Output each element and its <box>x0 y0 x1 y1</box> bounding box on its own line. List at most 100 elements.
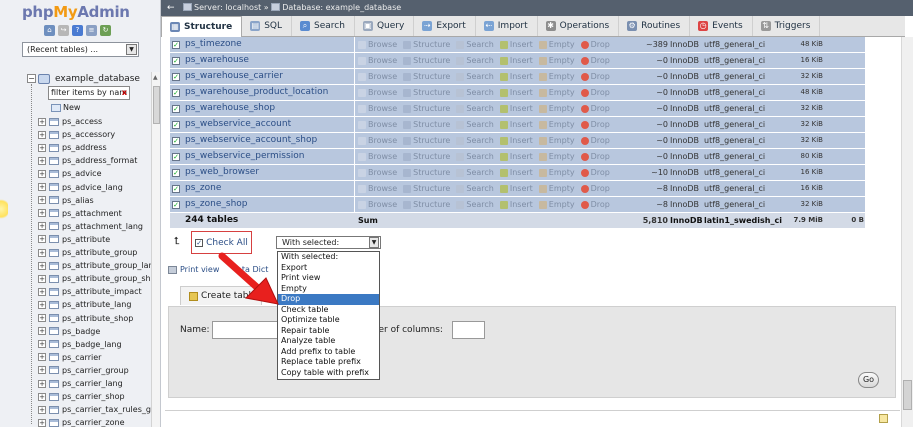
tree-table-item[interactable]: + ps_accessory <box>38 128 115 141</box>
table-name-link[interactable]: ps_warehouse_carrier <box>185 69 283 84</box>
main-scroll-thumb[interactable] <box>903 380 912 410</box>
action-search[interactable]: Search <box>456 69 494 84</box>
action-browse[interactable]: Browse <box>358 181 397 196</box>
tree-table-item[interactable]: + ps_carrier_lang <box>38 377 123 390</box>
tree-table-item[interactable]: + ps_carrier_tax_rules_g <box>38 403 151 416</box>
row-checkbox[interactable]: ✓ <box>172 137 180 145</box>
tree-table-item[interactable]: + ps_access <box>38 115 102 128</box>
action-drop[interactable]: Drop <box>580 181 610 196</box>
dropdown-option[interactable]: Analyze table <box>278 336 379 347</box>
breadcrumb-database[interactable]: Database: example_database <box>282 3 401 12</box>
tab-query[interactable]: ▣ Query <box>355 16 415 36</box>
tree-table-item[interactable]: + ps_attribute_shop <box>38 312 133 325</box>
dropdown-option[interactable]: Repair table <box>278 326 379 337</box>
tree-table-item[interactable]: + ps_carrier_zone <box>38 416 125 427</box>
tab-triggers[interactable]: ⇅ Triggers <box>753 16 821 36</box>
action-search[interactable]: Search <box>456 133 494 148</box>
tree-table-item[interactable]: + ps_attachment <box>38 207 122 220</box>
print-view-link[interactable]: Print view <box>168 265 219 274</box>
go-button[interactable]: Go <box>858 372 879 388</box>
action-structure[interactable]: Structure <box>403 117 450 132</box>
tree-table-item[interactable]: + ps_attribute_group_sho <box>38 272 156 285</box>
action-empty[interactable]: Empty <box>538 37 575 52</box>
expand-icon[interactable]: + <box>38 300 46 309</box>
table-name-link[interactable]: ps_webservice_account <box>185 117 291 132</box>
action-empty[interactable]: Empty <box>538 53 575 68</box>
tree-table-item[interactable]: + ps_advice_lang <box>38 181 123 194</box>
row-checkbox[interactable]: ✓ <box>172 121 180 129</box>
action-empty[interactable]: Empty <box>538 101 575 116</box>
action-structure[interactable]: Structure <box>403 133 450 148</box>
check-all-checkbox[interactable]: ✓ <box>195 238 204 247</box>
arrow-left-icon[interactable]: ← <box>167 0 175 16</box>
check-all-label[interactable]: Check All <box>206 238 248 248</box>
nav-scrollbar[interactable]: ▲ <box>151 72 160 427</box>
collapse-icon[interactable]: − <box>27 74 36 83</box>
action-drop[interactable]: Drop <box>580 85 610 100</box>
dropdown-option[interactable]: Optimize table <box>278 315 379 326</box>
action-search[interactable]: Search <box>456 149 494 164</box>
action-search[interactable]: Search <box>456 117 494 132</box>
main-scrollbar[interactable] <box>901 37 913 427</box>
action-structure[interactable]: Structure <box>403 181 450 196</box>
expand-icon[interactable]: + <box>38 117 46 126</box>
action-insert[interactable]: Insert <box>499 37 533 52</box>
action-browse[interactable]: Browse <box>358 101 397 116</box>
action-search[interactable]: Search <box>456 181 494 196</box>
action-insert[interactable]: Insert <box>499 149 533 164</box>
action-structure[interactable]: Structure <box>403 53 450 68</box>
row-checkbox[interactable]: ✓ <box>172 201 180 209</box>
action-browse[interactable]: Browse <box>358 53 397 68</box>
nav-scroll-thumb[interactable] <box>153 86 160 124</box>
tab-operations[interactable]: ✱ Operations <box>538 16 620 36</box>
tree-table-item[interactable]: + ps_attribute_impact <box>38 285 142 298</box>
action-drop[interactable]: Drop <box>580 149 610 164</box>
action-structure[interactable]: Structure <box>403 101 450 116</box>
row-checkbox[interactable]: ✓ <box>172 41 180 49</box>
table-name-link[interactable]: ps_warehouse_shop <box>185 101 275 116</box>
action-insert[interactable]: Insert <box>499 165 533 180</box>
action-drop[interactable]: Drop <box>580 117 610 132</box>
action-search[interactable]: Search <box>456 101 494 116</box>
expand-icon[interactable]: + <box>38 327 46 336</box>
expand-icon[interactable]: + <box>38 156 46 165</box>
expand-icon[interactable]: + <box>38 143 46 152</box>
action-search[interactable]: Search <box>456 165 494 180</box>
action-empty[interactable]: Empty <box>538 69 575 84</box>
tree-table-item[interactable]: + ps_address_format <box>38 154 137 167</box>
action-insert[interactable]: Insert <box>499 69 533 84</box>
tab-export[interactable]: ⇢ Export <box>414 16 476 36</box>
dropdown-option[interactable]: Replace table prefix <box>278 357 379 368</box>
action-structure[interactable]: Structure <box>403 149 450 164</box>
expand-icon[interactable]: + <box>38 248 46 257</box>
expand-icon[interactable]: + <box>38 209 46 218</box>
table-name-link[interactable]: ps_webservice_permission <box>185 149 304 164</box>
action-empty[interactable]: Empty <box>538 133 575 148</box>
action-browse[interactable]: Browse <box>358 197 397 212</box>
action-structure[interactable]: Structure <box>403 37 450 52</box>
table-name-link[interactable]: ps_zone <box>185 181 221 196</box>
dropdown-option[interactable]: Add prefix to table <box>278 347 379 358</box>
table-name-link[interactable]: ps_web_browser <box>185 165 259 180</box>
dropdown-option[interactable]: With selected: <box>278 252 379 263</box>
action-insert[interactable]: Insert <box>499 117 533 132</box>
tree-table-item[interactable]: + ps_attribute <box>38 233 110 246</box>
expand-icon[interactable]: + <box>38 287 46 296</box>
action-browse[interactable]: Browse <box>358 165 397 180</box>
expand-icon[interactable]: + <box>38 196 46 205</box>
row-checkbox[interactable]: ✓ <box>172 57 180 65</box>
scroll-up-icon[interactable]: ▲ <box>153 74 158 81</box>
action-insert[interactable]: Insert <box>499 101 533 116</box>
action-empty[interactable]: Empty <box>538 85 575 100</box>
action-browse[interactable]: Browse <box>358 69 397 84</box>
dropdown-option[interactable]: Print view <box>278 273 379 284</box>
expand-icon[interactable]: + <box>38 235 46 244</box>
expand-icon[interactable]: + <box>38 222 46 231</box>
tab-import[interactable]: ⇠ Import <box>476 16 538 36</box>
tree-table-item[interactable]: + ps_carrier <box>38 351 101 364</box>
action-insert[interactable]: Insert <box>499 181 533 196</box>
tree-table-item[interactable]: + ps_attachment_lang <box>38 220 143 233</box>
action-insert[interactable]: Insert <box>499 197 533 212</box>
tree-database[interactable]: − example_database <box>27 72 140 85</box>
tree-table-item[interactable]: + ps_address <box>38 141 107 154</box>
